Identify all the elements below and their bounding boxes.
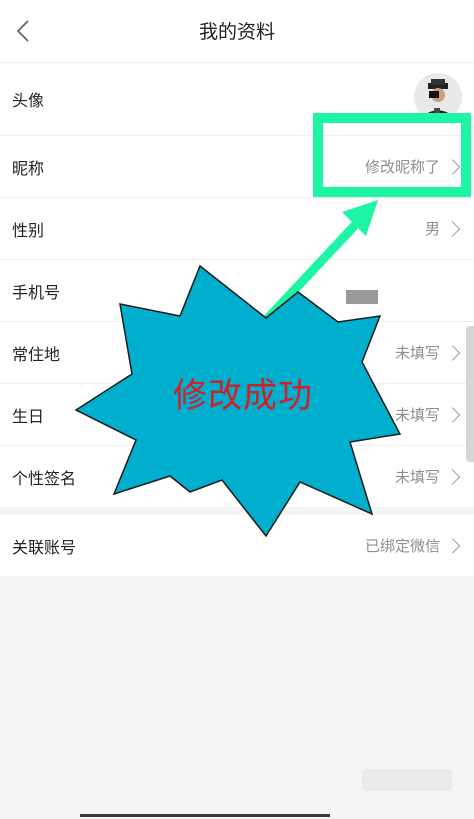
row-label: 关联账号 (12, 537, 77, 557)
row-label: 生日 (12, 406, 45, 426)
linked-accounts-section: 关联账号 已绑定微信 (0, 515, 474, 576)
avatar-image (414, 73, 462, 121)
header-bar: 我的资料 (0, 0, 474, 63)
row-value: 修改昵称了 (364, 158, 440, 176)
chevron-right-icon (444, 344, 461, 361)
row-label: 手机号 (12, 282, 61, 302)
chevron-left-icon (16, 20, 29, 42)
row-value: 未填写 (394, 344, 440, 362)
scrollbar-thumb[interactable] (466, 326, 474, 462)
row-value: 男 (424, 220, 440, 238)
row-value: 已绑定微信 (364, 537, 440, 555)
row-label: 性别 (12, 220, 45, 240)
page-title: 我的资料 (198, 21, 275, 43)
watermark-blur (362, 769, 452, 791)
row-label: 个性签名 (12, 468, 77, 488)
back-button[interactable] (6, 13, 42, 49)
row-linked-accounts[interactable]: 关联账号 已绑定微信 (0, 515, 474, 576)
phone-placeholder-block (346, 290, 378, 304)
row-nickname[interactable]: 昵称 修改昵称了 (0, 136, 474, 198)
profile-list: 头像 昵称 修改昵称了 性别 男 手机号 常住地 未填写 生日 未填写 个性签名… (0, 63, 474, 507)
row-label: 常住地 (12, 344, 61, 364)
chevron-right-icon (444, 537, 461, 554)
row-signature[interactable]: 个性签名 未填写 (0, 446, 474, 507)
avatar[interactable] (414, 73, 462, 121)
chevron-right-icon (444, 406, 461, 423)
home-indicator (80, 814, 330, 817)
row-label: 头像 (12, 91, 45, 110)
chevron-right-icon (444, 158, 461, 175)
chevron-right-icon (444, 468, 461, 485)
success-message: 修改成功 (173, 376, 313, 416)
row-gender[interactable]: 性别 男 (0, 198, 474, 260)
row-value: 未填写 (394, 406, 440, 424)
row-value: 未填写 (394, 468, 440, 486)
row-label: 昵称 (12, 158, 45, 178)
chevron-right-icon (444, 220, 461, 237)
row-phone[interactable]: 手机号 (0, 260, 474, 322)
row-avatar[interactable]: 头像 (0, 63, 474, 136)
